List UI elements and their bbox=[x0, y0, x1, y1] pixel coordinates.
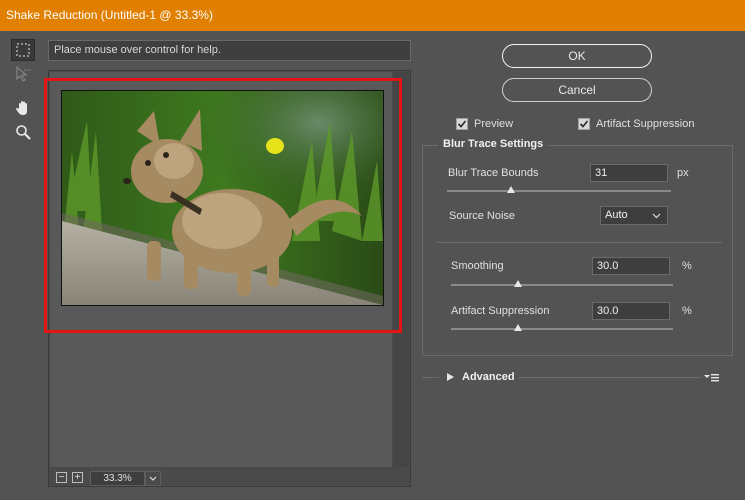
artifact-suppression-input[interactable]: 30.0 bbox=[592, 302, 670, 320]
preview-image bbox=[61, 90, 384, 306]
ok-button[interactable]: OK bbox=[502, 44, 652, 68]
checkmark-icon bbox=[579, 120, 589, 128]
zoom-level[interactable]: 33.3% bbox=[90, 471, 145, 486]
source-noise-value: Auto bbox=[605, 209, 628, 221]
zoom-dropdown-button[interactable] bbox=[145, 471, 161, 486]
zoom-in-button[interactable]: + bbox=[72, 472, 83, 483]
help-text-bar: Place mouse over control for help. bbox=[48, 40, 411, 61]
advanced-label: Advanced bbox=[462, 371, 515, 383]
zoom-controls: − + 33.3% bbox=[56, 471, 166, 486]
blur-trace-bounds-slider-thumb[interactable] bbox=[507, 186, 515, 193]
smoothing-label: Smoothing bbox=[451, 260, 504, 272]
group-title: Blur Trace Settings bbox=[438, 138, 549, 150]
blur-trace-bounds-slider[interactable] bbox=[447, 190, 671, 192]
smoothing-slider-thumb[interactable] bbox=[514, 280, 522, 287]
artifact-suppression-label: Artifact Suppression bbox=[596, 118, 695, 130]
chevron-down-icon bbox=[652, 213, 661, 219]
title-bar: Shake Reduction (Untitled-1 @ 33.3%) bbox=[0, 0, 745, 31]
preview-checkbox-box[interactable] bbox=[456, 118, 468, 130]
source-noise-label: Source Noise bbox=[449, 210, 516, 222]
window-title: Shake Reduction (Untitled-1 @ 33.3%) bbox=[6, 8, 213, 22]
cancel-button[interactable]: Cancel bbox=[502, 78, 652, 102]
checkmark-icon bbox=[457, 120, 467, 128]
blur-trace-bounds-label: Blur Trace Bounds bbox=[448, 167, 539, 179]
blur-trace-bounds-input[interactable]: 31 bbox=[590, 164, 668, 182]
preview-checkbox[interactable]: Preview bbox=[456, 117, 513, 131]
disclosure-triangle-icon bbox=[447, 373, 454, 381]
zoom-out-button[interactable]: − bbox=[56, 472, 67, 483]
artifact-suppression-slider[interactable] bbox=[451, 328, 673, 330]
blur-trace-bounds-unit: px bbox=[677, 167, 689, 179]
artifact-suppression-slider-thumb[interactable] bbox=[514, 324, 522, 331]
artifact-suppression-setting-label: Artifact Suppression bbox=[451, 305, 550, 317]
advanced-menu-icon[interactable] bbox=[704, 372, 720, 385]
blur-estimation-arrow-icon[interactable] bbox=[11, 63, 35, 85]
smoothing-input[interactable]: 30.0 bbox=[592, 257, 670, 275]
hand-icon[interactable] bbox=[11, 97, 35, 119]
advanced-toggle[interactable]: Advanced bbox=[446, 371, 515, 383]
source-noise-select[interactable]: Auto bbox=[600, 206, 668, 225]
divider bbox=[437, 242, 722, 243]
zoom-icon[interactable] bbox=[11, 121, 35, 143]
smoothing-slider[interactable] bbox=[451, 284, 673, 286]
smoothing-unit: % bbox=[682, 260, 692, 272]
artifact-suppression-unit: % bbox=[682, 305, 692, 317]
advanced-divider-left bbox=[422, 377, 439, 378]
advanced-divider-right bbox=[518, 377, 701, 378]
chevron-down-icon bbox=[149, 476, 157, 481]
artifact-suppression-checkbox-box[interactable] bbox=[578, 118, 590, 130]
artifact-suppression-checkbox[interactable]: Artifact Suppression bbox=[578, 117, 694, 131]
blur-trace-tool-icon[interactable] bbox=[11, 39, 35, 61]
preview-label: Preview bbox=[474, 118, 514, 130]
help-text: Place mouse over control for help. bbox=[54, 44, 221, 56]
